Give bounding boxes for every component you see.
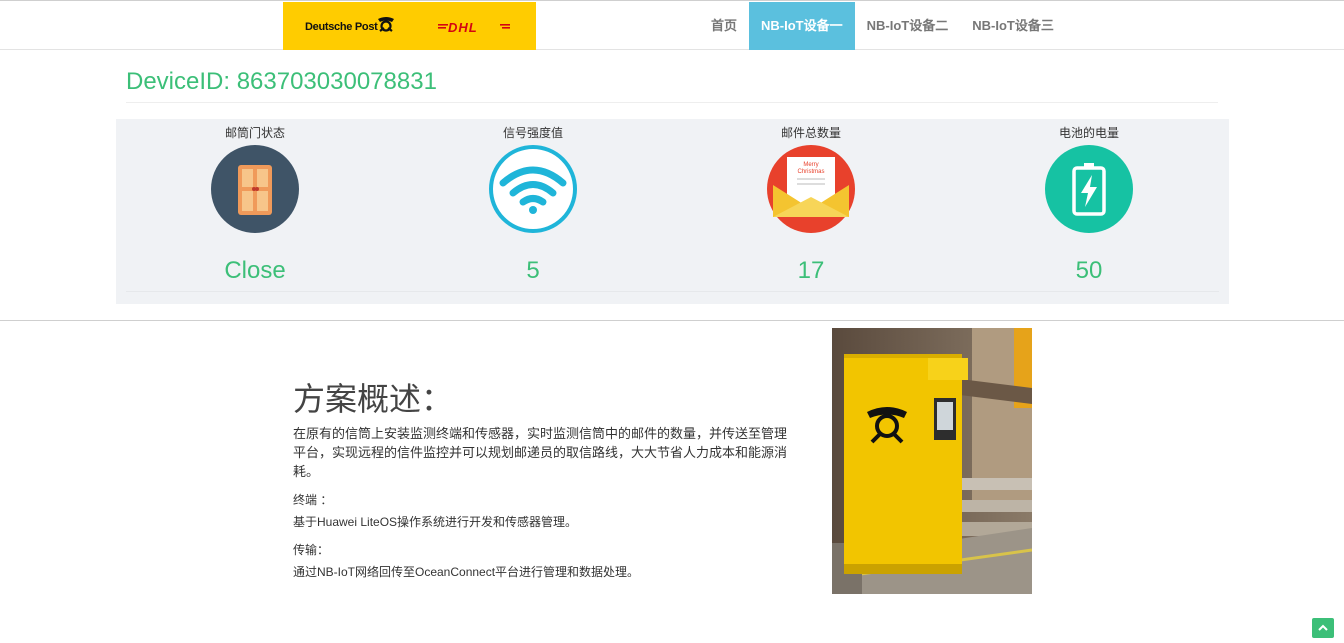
section-divider xyxy=(0,320,1344,321)
svg-text:Merry: Merry xyxy=(803,162,818,168)
stat-battery: 电池的电量 50 xyxy=(950,119,1228,304)
door-icon xyxy=(211,145,299,233)
svg-text:Christmas: Christmas xyxy=(797,169,824,175)
nav-item-device-3[interactable]: NB-IoT设备三 xyxy=(960,2,1066,50)
battery-value: 50 xyxy=(1075,257,1103,284)
post-horn-icon xyxy=(378,17,394,32)
mail-count-value: 17 xyxy=(797,257,825,284)
transport-text: 通过NB-IoT网络回传至OceanConnect平台进行管理和数据处理。 xyxy=(293,565,640,579)
overview-title: 方案概述： xyxy=(293,381,454,417)
terminal-label: 终端 ： xyxy=(293,493,333,507)
back-to-top-button[interactable] xyxy=(1312,618,1334,638)
dhl-wordmark: DHL xyxy=(448,20,478,35)
device-id-heading: DeviceID: 863703030078831 xyxy=(126,68,437,95)
stat-mail-count: 邮件总数量 Merry Christmas 17 xyxy=(672,119,950,304)
mailbox-photo xyxy=(832,328,1032,594)
main-nav: 首页 NB-IoT设备一 NB-IoT设备二 NB-IoT设备三 xyxy=(699,2,1066,50)
transport-label: 传输： xyxy=(293,543,330,557)
nav-item-device-2[interactable]: NB-IoT设备二 xyxy=(855,2,961,50)
door-status-value: Close xyxy=(224,257,286,284)
stat-label: 邮件总数量 xyxy=(780,126,841,140)
nav-item-home[interactable]: 首页 xyxy=(699,2,749,50)
status-panel: 邮筒门状态 Close 信号强度值 5 邮件总数量 Merry Christma… xyxy=(116,119,1229,304)
signal-strength-value: 5 xyxy=(526,257,540,284)
brand-logo[interactable]: Deutsche Post DHL xyxy=(283,2,536,50)
wifi-signal-icon xyxy=(489,145,577,233)
overview-description: 在原有的信筒上安装监测终端和传感器，实时监测信筒中的邮件的数量，并传送至管理平台… xyxy=(293,426,788,479)
stat-label: 邮筒门状态 xyxy=(224,126,285,140)
top-navbar: Deutsche Post DHL 首页 NB-IoT设备一 NB-IoT设备二… xyxy=(0,0,1344,50)
terminal-text: 基于Huawei LiteOS操作系统进行开发和传感器管理。 xyxy=(293,515,578,529)
mail-envelope-icon: Merry Christmas xyxy=(767,145,855,233)
stat-label: 信号强度值 xyxy=(502,126,563,140)
stat-label: 电池的电量 xyxy=(1058,126,1119,140)
stat-signal-strength: 信号强度值 5 xyxy=(394,119,672,304)
nav-item-device-1[interactable]: NB-IoT设备一 xyxy=(749,2,855,50)
battery-icon xyxy=(1045,145,1133,233)
chevron-up-icon xyxy=(1318,624,1328,631)
divider xyxy=(126,291,1219,292)
deutsche-post-wordmark: Deutsche Post xyxy=(305,21,378,33)
stat-door-status: 邮筒门状态 Close xyxy=(116,119,394,304)
divider xyxy=(126,102,1218,103)
